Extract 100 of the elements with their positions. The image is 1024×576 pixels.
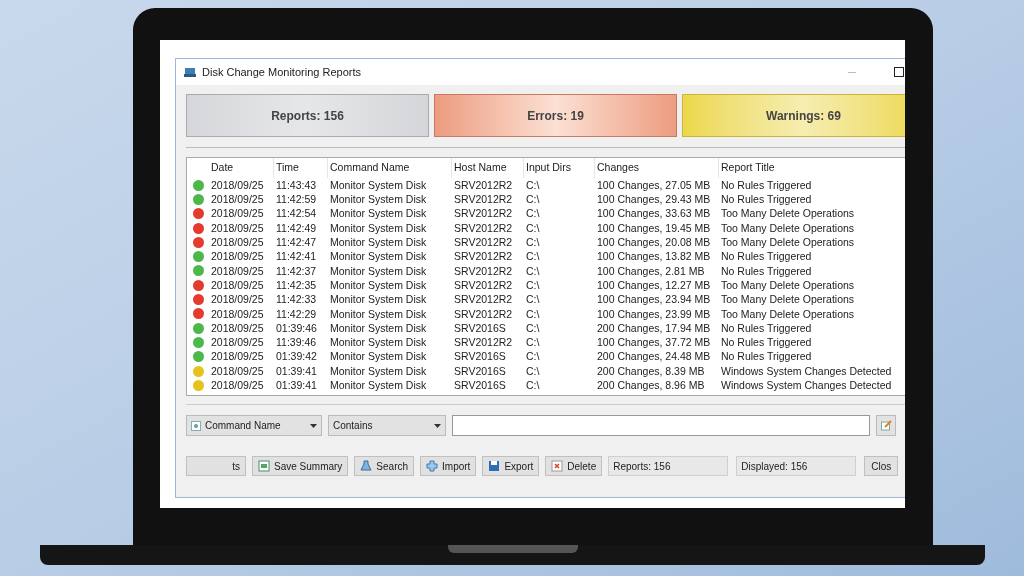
toolbar-button[interactable]: ts xyxy=(186,456,246,476)
table-cell-text: C:\ xyxy=(525,365,541,377)
table-cell-text: Too Many Delete Operations xyxy=(720,294,856,305)
table-cell-text: 200 Changes, 8.39 MB xyxy=(596,365,706,377)
filter-icon xyxy=(191,420,201,431)
table-cell-text: C:\ xyxy=(525,222,541,234)
table-cell-text: Monitor System Disk xyxy=(329,294,428,305)
edit-button[interactable] xyxy=(876,415,896,436)
table-cell-text: Monitor System Disk xyxy=(329,251,428,262)
toolbar-button[interactable]: Save Summary xyxy=(252,456,349,476)
table-cell-text: SRV2012R2 xyxy=(453,222,514,234)
table-cell-text: Monitor System Disk xyxy=(329,237,428,248)
table-cell-text: 2018/09/25 xyxy=(210,179,265,191)
table-cell-text: 100 Changes, 37.72 MB xyxy=(596,337,712,348)
toolbar-button[interactable]: Delete xyxy=(545,456,603,476)
table-cell-text: 100 Changes, 13.82 MB xyxy=(596,251,712,262)
column-header[interactable]: Time xyxy=(274,158,328,178)
table-cell-text: C:\ xyxy=(525,351,541,362)
column-header[interactable]: Changes xyxy=(595,158,719,178)
summary-panel: Reports: 156 xyxy=(186,94,429,137)
toolbar-button[interactable]: Search xyxy=(354,456,415,476)
table-cell-text: Windows System Changes Detected xyxy=(720,380,893,391)
table-cell-text: Monitor System Disk xyxy=(329,208,428,219)
table-cell-text: C:\ xyxy=(525,308,541,320)
table-cell-text: Too Many Delete Operations xyxy=(720,208,856,219)
table-cell-text: No Rules Triggered xyxy=(720,265,813,277)
save-icon xyxy=(488,460,501,472)
table-cell-text: 200 Changes, 8.96 MB xyxy=(596,380,706,391)
table-cell-text: Monitor System Disk xyxy=(329,222,428,234)
table-cell-text: 2018/09/25 xyxy=(210,237,265,248)
column-header[interactable]: Report Title xyxy=(719,158,905,178)
toolbar-button[interactable]: Import xyxy=(420,456,477,476)
column-header[interactable]: Command Name xyxy=(328,158,452,178)
table-cell-text: Monitor System Disk xyxy=(329,179,428,191)
table-cell-text: No Rules Triggered xyxy=(720,337,813,348)
column-header[interactable]: Date xyxy=(209,158,274,178)
table-cell-text: 2018/09/25 xyxy=(210,337,265,348)
table-cell-text: SRV2012R2 xyxy=(453,237,514,248)
field-dropdown[interactable]: Command Name xyxy=(186,415,322,436)
table-cell-text: 11:42:37 xyxy=(275,265,318,277)
summary-panel: Errors: 19 xyxy=(434,94,677,137)
caret-icon xyxy=(434,423,441,428)
window-title: Disk Change Monitoring Reports xyxy=(202,64,361,80)
table-cell-text: 11:42:29 xyxy=(275,308,318,320)
table-cell-text: 01:39:41 xyxy=(275,380,318,391)
table-cell-text: 11:42:49 xyxy=(275,222,318,234)
table-cell-text: C:\ xyxy=(525,322,541,334)
table-cell-text: Too Many Delete Operations xyxy=(720,308,856,320)
minimize-icon[interactable] xyxy=(848,71,856,73)
table-cell-text: 2018/09/25 xyxy=(210,322,265,334)
table-cell-text: C:\ xyxy=(525,179,541,191)
table-cell-text: 11:39:46 xyxy=(275,337,318,348)
table-cell-text: 2018/09/25 xyxy=(210,351,265,362)
table-cell-text: Monitor System Disk xyxy=(329,194,428,205)
table-cell-text: C:\ xyxy=(525,265,541,277)
table-cell-text: C:\ xyxy=(525,208,541,219)
table-cell-text: 2018/09/25 xyxy=(210,294,265,305)
table-cell-text: SRV2012R2 xyxy=(453,251,514,262)
table-cell-text: 100 Changes, 12.27 MB xyxy=(596,279,712,291)
table-cell-text: 01:39:41 xyxy=(275,365,318,377)
table-cell-text: Windows System Changes Detected xyxy=(720,365,893,377)
table-cell-text: 100 Changes, 2.81 MB xyxy=(596,265,706,277)
table-cell-text: 11:42:59 xyxy=(275,194,318,205)
table-cell-text: 200 Changes, 24.48 MB xyxy=(596,351,712,362)
table-cell-text: Too Many Delete Operations xyxy=(720,237,856,248)
disk-icon xyxy=(184,66,196,78)
filter-field[interactable] xyxy=(452,415,870,436)
column-header[interactable]: Input Dirs xyxy=(524,158,595,178)
table-cell-text: 100 Changes, 29.43 MB xyxy=(596,194,712,205)
table-cell-text: No Rules Triggered xyxy=(720,251,813,262)
table-cell-text: C:\ xyxy=(525,380,541,391)
table-cell-text: SRV2012R2 xyxy=(453,208,514,219)
table-cell-text: 2018/09/25 xyxy=(210,251,265,262)
table-cell-text: 200 Changes, 17.94 MB xyxy=(596,322,712,334)
table-cell-text: Too Many Delete Operations xyxy=(720,222,856,234)
table-cell-text: 100 Changes, 23.99 MB xyxy=(596,308,712,320)
table-cell-text: 2018/09/25 xyxy=(210,308,265,320)
table-cell-text: Monitor System Disk xyxy=(329,308,428,320)
table-cell-text: Monitor System Disk xyxy=(329,351,428,362)
table-cell-text: SRV2012R2 xyxy=(453,337,514,348)
table-cell-text: 100 Changes, 19.45 MB xyxy=(596,222,712,234)
table-cell-text: C:\ xyxy=(525,251,541,262)
table-cell-text: No Rules Triggered xyxy=(720,194,813,205)
table-cell-text: C:\ xyxy=(525,337,541,348)
status-field: Displayed: 156 xyxy=(736,456,857,476)
table-cell-text: SRV2012R2 xyxy=(453,294,514,305)
table-cell-text: SRV2012R2 xyxy=(453,265,514,277)
operator-dropdown[interactable]: Contains xyxy=(328,415,446,436)
table-cell-text: No Rules Triggered xyxy=(720,179,813,191)
table-cell-text: C:\ xyxy=(525,294,541,305)
close-button[interactable]: Clos xyxy=(864,456,899,476)
column-header[interactable]: Host Name xyxy=(452,158,524,178)
table-cell-text: 11:42:54 xyxy=(275,208,318,219)
table-cell-text: 100 Changes, 33.63 MB xyxy=(596,208,712,219)
table-cell-text: 2018/09/25 xyxy=(210,380,265,391)
maximize-icon[interactable] xyxy=(894,67,904,77)
table-cell-text: Too Many Delete Operations xyxy=(720,279,856,291)
table-cell-text: 2018/09/25 xyxy=(210,208,265,219)
table-cell-text: Monitor System Disk xyxy=(329,322,428,334)
toolbar-button[interactable]: Export xyxy=(482,456,540,476)
